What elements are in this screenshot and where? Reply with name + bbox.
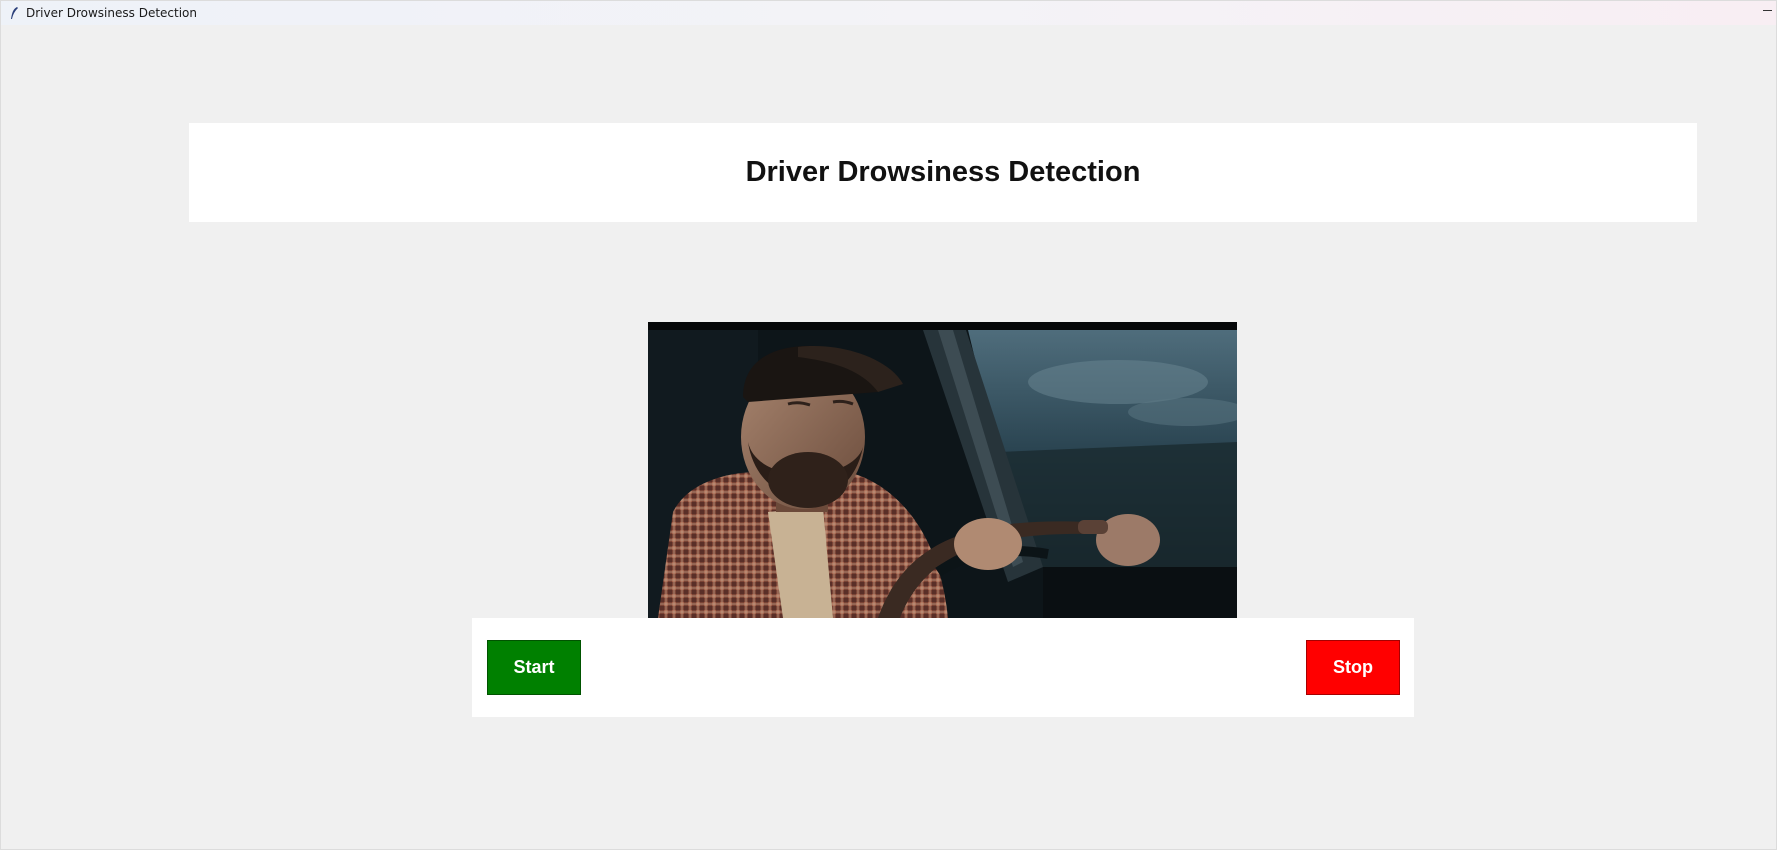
app-window: Driver Drowsiness Detection Driver Drows… xyxy=(0,0,1777,850)
stop-button[interactable]: Stop xyxy=(1306,640,1400,695)
minimize-icon[interactable] xyxy=(1760,3,1774,17)
video-feed xyxy=(648,322,1237,618)
header-panel: Driver Drowsiness Detection xyxy=(189,123,1697,222)
start-button[interactable]: Start xyxy=(487,640,581,695)
title-bar[interactable]: Driver Drowsiness Detection xyxy=(1,1,1776,25)
feather-icon xyxy=(5,4,23,22)
page-title: Driver Drowsiness Detection xyxy=(745,156,1141,188)
driver-video-frame xyxy=(648,322,1237,618)
window-title: Driver Drowsiness Detection xyxy=(26,6,197,20)
controls-panel: Start Stop xyxy=(472,618,1414,717)
